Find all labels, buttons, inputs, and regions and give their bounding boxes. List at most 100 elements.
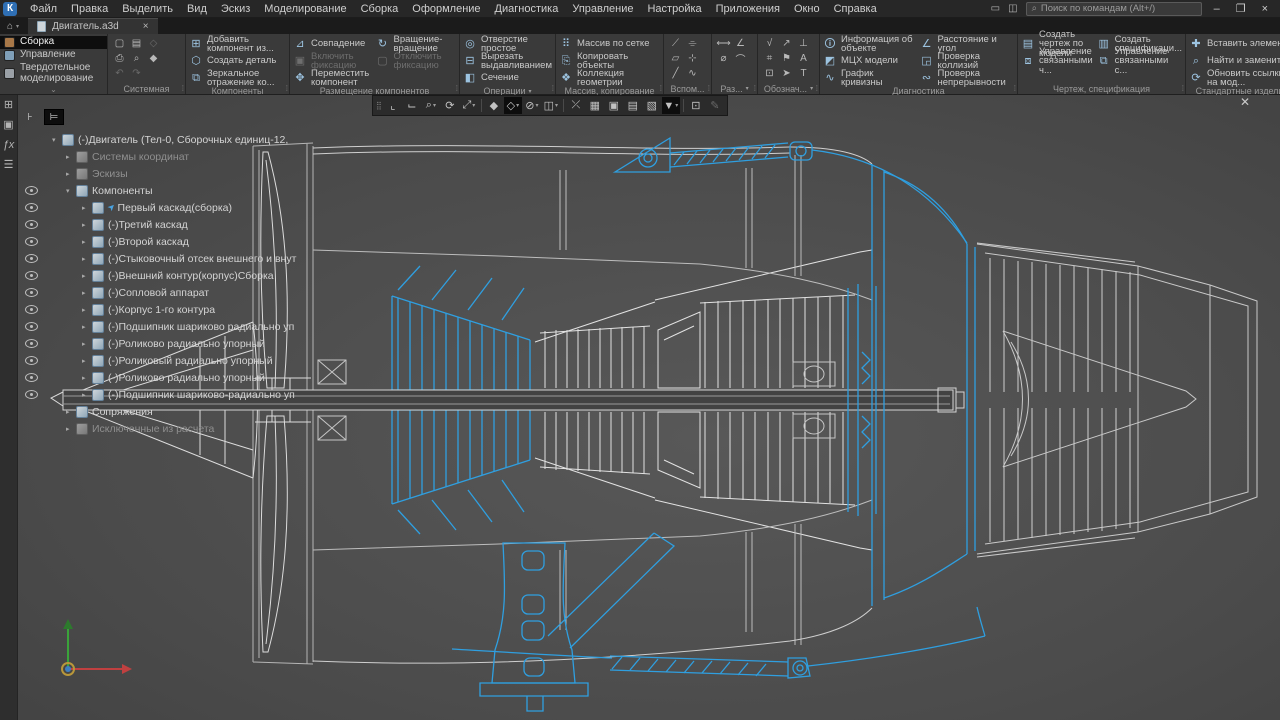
tab-close-icon[interactable]: × bbox=[143, 21, 149, 32]
command-search-input[interactable]: ⌕ Поиск по командам (Alt+/) bbox=[1026, 2, 1202, 16]
layout-icon[interactable]: ▭ bbox=[991, 3, 1000, 14]
geometry-collection-button[interactable]: ❖ Коллекция геометрии bbox=[559, 70, 660, 86]
expand-arrow-icon[interactable]: ▸ bbox=[82, 204, 92, 212]
expand-arrow-icon[interactable]: ▸ bbox=[66, 153, 76, 161]
menu-assembly[interactable]: Сборка bbox=[354, 0, 406, 18]
minimize-button[interactable]: – bbox=[1210, 3, 1224, 15]
visibility-eye-icon[interactable] bbox=[25, 390, 38, 399]
expand-arrow-icon[interactable]: ▸ bbox=[82, 272, 92, 280]
expand-arrow-icon[interactable]: ▸ bbox=[82, 255, 92, 263]
screen-icon[interactable]: ◫ bbox=[1008, 3, 1017, 14]
menu-window[interactable]: Окно bbox=[787, 0, 827, 18]
visibility-eye-icon[interactable] bbox=[25, 288, 38, 297]
cut-extrude-button[interactable]: ⊟ Вырезать выдавливанием bbox=[463, 53, 552, 69]
simple-hole-button[interactable]: ◎ Отверстие простое bbox=[463, 36, 552, 52]
coincident-button[interactable]: ⊿ Совпадение bbox=[293, 36, 374, 52]
undo-icon[interactable]: ↶ bbox=[111, 66, 128, 81]
manage-linked-specs-button[interactable]: ⧉ Управление связанными с... bbox=[1097, 53, 1182, 69]
find-replace-button[interactable]: ⌕ Найти и заменить bbox=[1189, 53, 1280, 69]
tree-item-components[interactable]: ▾ Компоненты bbox=[18, 182, 338, 199]
coordinate-plane-icon[interactable]: ⌙ bbox=[403, 97, 421, 114]
visibility-eye-icon[interactable] bbox=[25, 220, 38, 229]
walk-icon[interactable]: ⤢▾ bbox=[460, 97, 478, 114]
notation-leader-icon[interactable]: ↗ bbox=[778, 36, 795, 51]
hide-objects-icon[interactable]: ⊘▾ bbox=[523, 97, 541, 114]
tree-item-component[interactable]: ▸ (-)Третий каскад bbox=[18, 216, 338, 233]
notation-base-icon[interactable]: ⊥ bbox=[795, 36, 812, 51]
menu-view[interactable]: Вид bbox=[180, 0, 214, 18]
tree-item-component[interactable]: ▸ (-)Стыковочный отсек внешнего и внут bbox=[18, 250, 338, 267]
tree-item-component[interactable]: ▸ (-)Сопловой аппарат bbox=[18, 284, 338, 301]
expand-arrow-icon[interactable]: ▾ bbox=[66, 187, 76, 195]
collections-icon[interactable]: ▣ bbox=[605, 97, 623, 114]
menu-management[interactable]: Управление bbox=[565, 0, 640, 18]
object-info-button[interactable]: 🛈 Информация об объекте bbox=[823, 36, 918, 52]
expand-arrow-icon[interactable]: ▸ bbox=[82, 221, 92, 229]
expand-arrow-icon[interactable]: ▸ bbox=[82, 306, 92, 314]
expand-arrow-icon[interactable]: ▸ bbox=[82, 289, 92, 297]
add-component-button[interactable]: ⊞ Добавить компонент из... bbox=[189, 36, 286, 52]
clip-view-icon[interactable]: ◫▾ bbox=[542, 97, 560, 114]
document-tab[interactable]: Двигатель.a3d × bbox=[28, 18, 158, 34]
orientation-icon[interactable]: ⌞ bbox=[384, 97, 402, 114]
expand-arrow-icon[interactable]: ▾ bbox=[52, 136, 62, 144]
visibility-eye-icon[interactable] bbox=[25, 322, 38, 331]
tree-item-component[interactable]: ▸ (-)Роликово радиально упорный bbox=[18, 335, 338, 352]
measure-pencil-icon[interactable]: ✎ bbox=[706, 97, 724, 114]
menu-sketch[interactable]: Эскиз bbox=[214, 0, 257, 18]
new-document-icon[interactable]: ▢ bbox=[111, 36, 128, 51]
menu-layout[interactable]: Оформление bbox=[405, 0, 487, 18]
expand-arrow-icon[interactable]: ▸ bbox=[66, 425, 76, 433]
dim-radius-icon[interactable]: ⌒ bbox=[732, 51, 749, 66]
create-part-button[interactable]: ⬡ Создать деталь bbox=[189, 53, 286, 69]
rotation-rotation-button[interactable]: ↻ Вращение-вращение bbox=[376, 36, 457, 52]
orbit-icon[interactable]: ⟳ bbox=[441, 97, 459, 114]
expand-arrow-icon[interactable]: ▸ bbox=[82, 323, 92, 331]
variables-panel-icon[interactable]: ƒx bbox=[3, 139, 15, 151]
notation-tolerance-icon[interactable]: ⌗ bbox=[761, 51, 778, 66]
menu-apps[interactable]: Приложения bbox=[709, 0, 787, 18]
move-component-button[interactable]: ✥ Переместить компонент bbox=[293, 70, 374, 86]
visibility-eye-icon[interactable] bbox=[25, 254, 38, 263]
save-as-icon[interactable]: ◆ bbox=[145, 51, 162, 66]
expand-arrow-icon[interactable]: ▸ bbox=[82, 391, 92, 399]
notation-datum-icon[interactable]: A bbox=[795, 51, 812, 66]
tree-item-component[interactable]: ▸ (-)Роликовый радиально упорный bbox=[18, 352, 338, 369]
tree-item-component[interactable]: ▸ (-)Корпус 1-го контура bbox=[18, 301, 338, 318]
tree-panel-icon[interactable]: ⊞ bbox=[4, 99, 13, 111]
aux-curve-icon[interactable]: ∿ bbox=[684, 66, 701, 81]
notation-arrow-icon[interactable]: ➤ bbox=[778, 66, 795, 81]
tree-item-mates[interactable]: ▸ Сопряжения bbox=[18, 403, 338, 420]
print-icon[interactable]: ⎙ bbox=[111, 51, 128, 66]
clipboard-icon[interactable]: ▦ bbox=[586, 97, 604, 114]
layers-icon[interactable]: ▧ bbox=[643, 97, 661, 114]
preview-icon[interactable]: ⌕ bbox=[128, 51, 145, 66]
tree-item-component[interactable]: ▸ (-)Второй каскад bbox=[18, 233, 338, 250]
manage-linked-drawings-button[interactable]: ⧈ Управление связанными ч... bbox=[1021, 53, 1095, 69]
menu-select[interactable]: Выделить bbox=[115, 0, 180, 18]
tree-item-excluded[interactable]: ▸ Исключенные из расчета bbox=[18, 420, 338, 437]
redo-icon[interactable]: ↷ bbox=[128, 66, 145, 81]
visibility-eye-icon[interactable] bbox=[25, 186, 38, 195]
visibility-eye-icon[interactable] bbox=[25, 271, 38, 280]
expand-arrow-icon[interactable]: ▸ bbox=[66, 170, 76, 178]
disable-fix-button[interactable]: ▢ Отключить фиксацию bbox=[376, 53, 457, 69]
tree-item-component[interactable]: ▸ (-)Подшипник шариково-радиально уп bbox=[18, 386, 338, 403]
properties-panel-icon[interactable]: ▣ bbox=[3, 119, 13, 131]
notation-mark-icon[interactable]: ⚑ bbox=[778, 51, 795, 66]
curvature-graph-button[interactable]: ∿ График кривизны bbox=[823, 70, 918, 86]
menu-modeling[interactable]: Моделирование bbox=[257, 0, 353, 18]
aux-axis-icon[interactable]: ⌯ bbox=[684, 36, 701, 51]
ribbon-tab-solid-modeling[interactable]: Твердотельное моделирование bbox=[0, 62, 107, 85]
visibility-eye-icon[interactable] bbox=[25, 237, 38, 246]
tree-item-root[interactable]: ▾ (-)Двигатель (Тел-0, Сборочных единиц-… bbox=[18, 131, 338, 148]
mass-properties-button[interactable]: ◩ МЦХ модели bbox=[823, 53, 918, 69]
notation-roughness-icon[interactable]: √ bbox=[761, 36, 778, 51]
tree-item-component[interactable]: ▸ (-)Внешний контур(корпус)Сборка bbox=[18, 267, 338, 284]
dim-diameter-icon[interactable]: ⌀ bbox=[715, 51, 732, 66]
snap-icon[interactable]: ⤫ bbox=[567, 97, 585, 114]
sheet-check-icon[interactable]: ▤ bbox=[624, 97, 642, 114]
expand-arrow-icon[interactable]: ▸ bbox=[66, 408, 76, 416]
mirror-component-button[interactable]: ⧉ Зеркальное отражение ко... bbox=[189, 70, 286, 86]
ribbon-tab-management[interactable]: Управление bbox=[0, 49, 107, 62]
